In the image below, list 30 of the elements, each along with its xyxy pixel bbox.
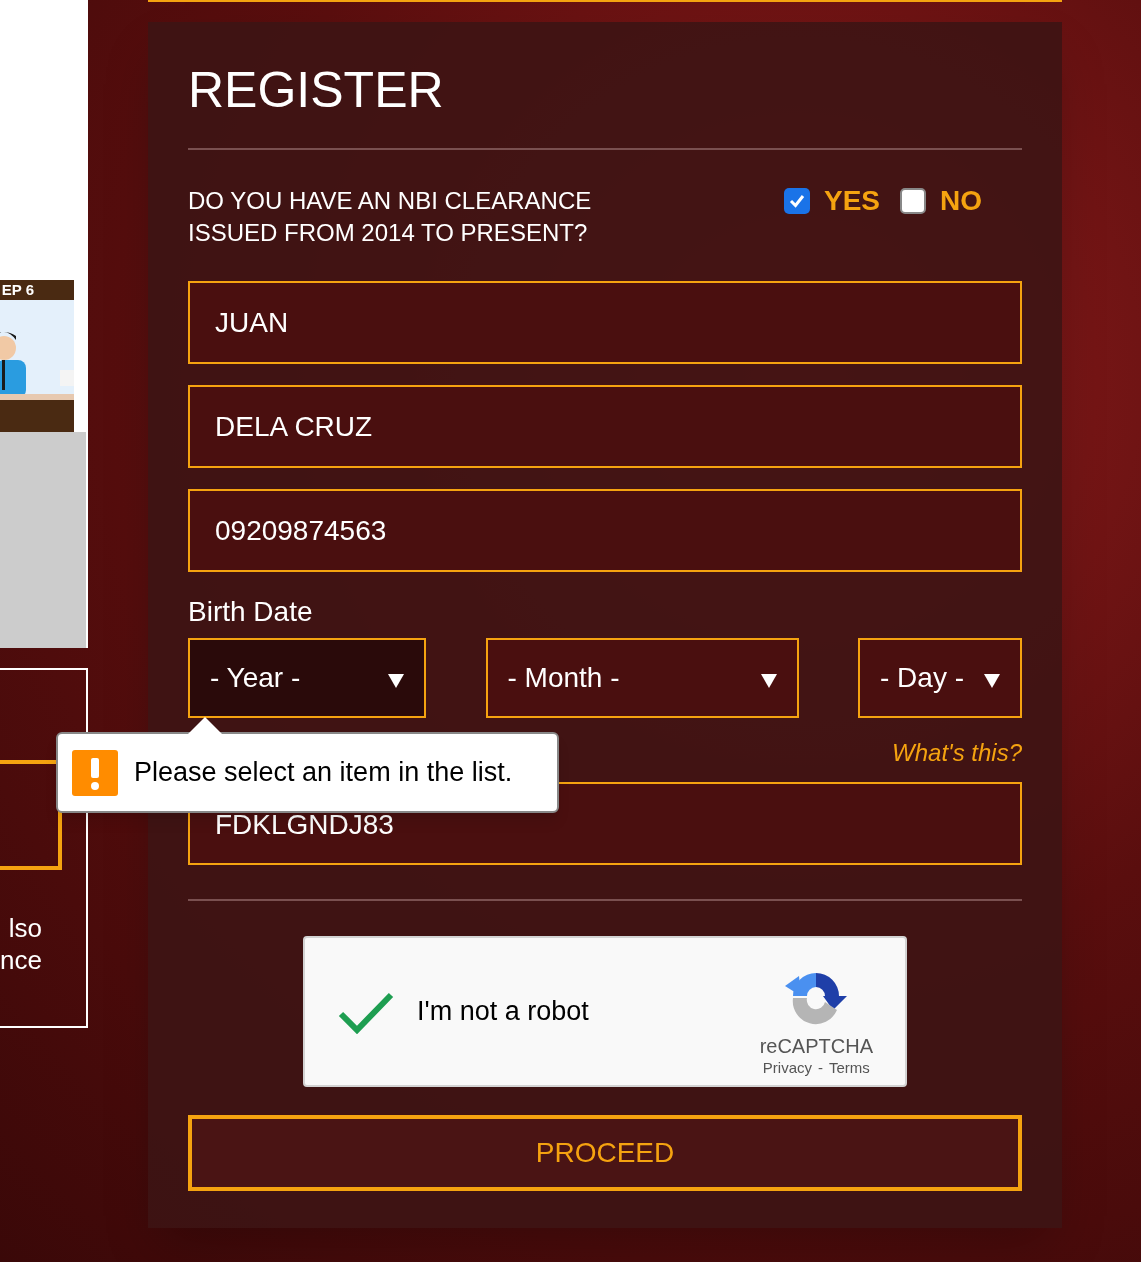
text-field[interactable]: 09209874563 xyxy=(188,489,1022,572)
captcha-brand: reCAPTCHA xyxy=(759,1033,873,1058)
privacy-link[interactable]: Privacy xyxy=(762,1057,812,1078)
tooltip-text: Please select an item in the list. xyxy=(134,756,513,790)
option-label: NO xyxy=(940,184,982,218)
help-link[interactable]: What's this? xyxy=(892,738,1022,768)
proceed-button[interactable]: PROCEED xyxy=(188,1115,1022,1191)
checkbox[interactable] xyxy=(900,188,926,214)
dropdown-caret-icon xyxy=(760,674,777,688)
warning-icon xyxy=(72,749,118,796)
select-field[interactable]: - Day - xyxy=(858,638,1022,718)
form-title: REGISTER xyxy=(188,62,445,118)
text-field[interactable]: FDKLGNDJ83 xyxy=(215,808,615,842)
step-banner: EP 6 xyxy=(0,280,74,300)
captcha-label: I'm not a robot xyxy=(417,995,589,1029)
select-field[interactable]: - Year - xyxy=(188,638,426,718)
dropdown-caret-icon xyxy=(984,674,1000,688)
text-field[interactable]: JUAN xyxy=(188,281,1022,364)
text-field[interactable]: DELA CRUZ xyxy=(188,385,1022,468)
card-text: nce xyxy=(0,944,42,976)
birth-date-label: Birth Date xyxy=(188,595,314,629)
question-text: DO YOU HAVE AN NBI CLEARANCE ISSUED FROM 2014 TO PRESENT? xyxy=(188,186,593,248)
terms-link[interactable]: Terms xyxy=(829,1057,870,1078)
option-label: YES xyxy=(823,184,880,218)
check-icon xyxy=(787,192,806,210)
checkbox[interactable] xyxy=(783,188,810,214)
select-field[interactable]: - Month - xyxy=(485,638,799,718)
link-separator: - xyxy=(818,1057,823,1078)
card-text: lso xyxy=(8,912,42,944)
dropdown-caret-icon xyxy=(388,674,404,688)
